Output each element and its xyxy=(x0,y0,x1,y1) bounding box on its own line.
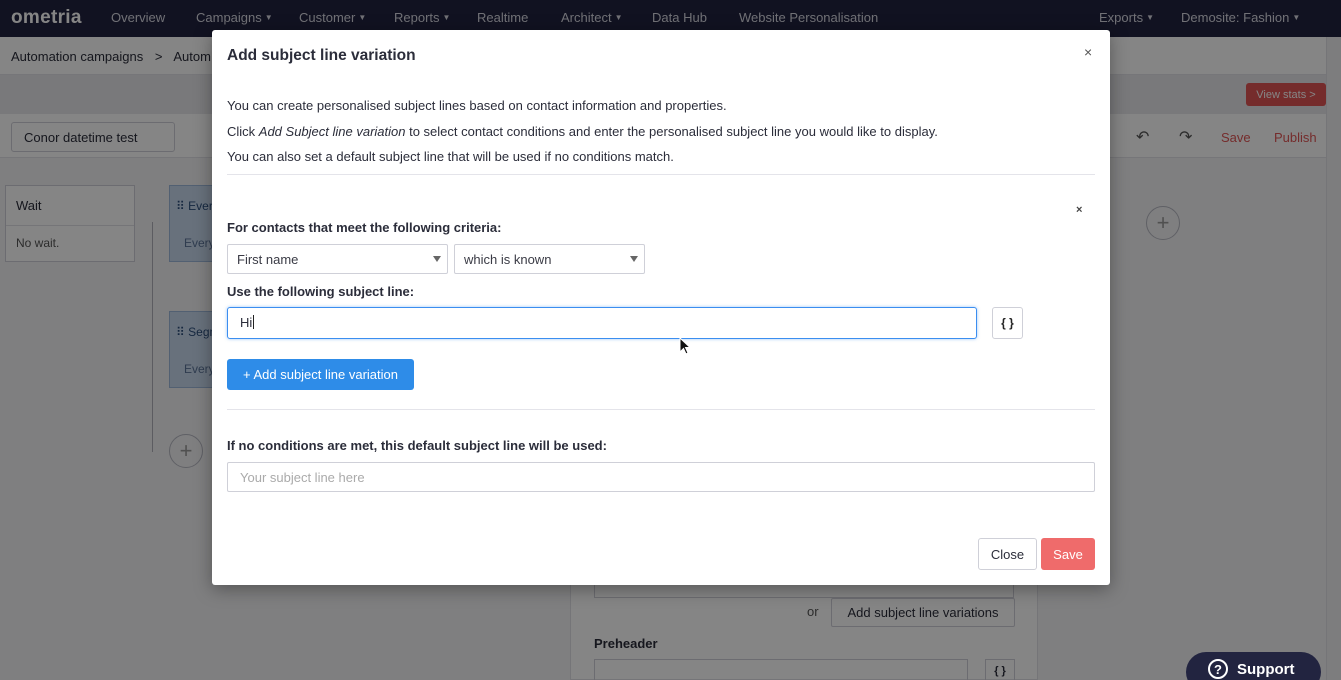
intro-text-1: You can create personalised subject line… xyxy=(227,98,727,113)
subject-line-input[interactable]: Hi xyxy=(227,307,977,339)
dropdown-arrow-icon xyxy=(433,256,441,262)
default-subject-label: If no conditions are met, this default s… xyxy=(227,438,607,453)
criteria-label: For contacts that meet the following cri… xyxy=(227,220,502,235)
subject-line-variation-modal: Add subject line variation × You can cre… xyxy=(212,30,1110,585)
add-subject-line-variation-button[interactable]: + Add subject line variation xyxy=(227,359,414,390)
operator-select[interactable]: which is known xyxy=(454,244,645,274)
mouse-cursor-icon xyxy=(679,337,691,355)
close-icon[interactable]: × xyxy=(1084,44,1092,60)
modal-title: Add subject line variation xyxy=(227,47,416,64)
field-select[interactable]: First name xyxy=(227,244,448,274)
remove-condition-icon[interactable]: × xyxy=(1076,204,1082,216)
intro-text-3: You can also set a default subject line … xyxy=(227,149,674,164)
personalisation-brace-button[interactable]: { } xyxy=(992,307,1023,339)
help-icon: ? xyxy=(1208,659,1228,679)
support-button[interactable]: ? Support xyxy=(1186,652,1321,680)
text-caret xyxy=(253,315,255,329)
dropdown-arrow-icon xyxy=(630,256,638,262)
divider xyxy=(227,409,1095,410)
close-button[interactable]: Close xyxy=(978,538,1037,570)
intro-text-2: Click Add Subject line variation to sele… xyxy=(227,124,938,139)
default-subject-input[interactable]: Your subject line here xyxy=(227,462,1095,492)
save-button[interactable]: Save xyxy=(1041,538,1095,570)
subject-line-label: Use the following subject line: xyxy=(227,284,415,299)
divider xyxy=(227,174,1095,175)
